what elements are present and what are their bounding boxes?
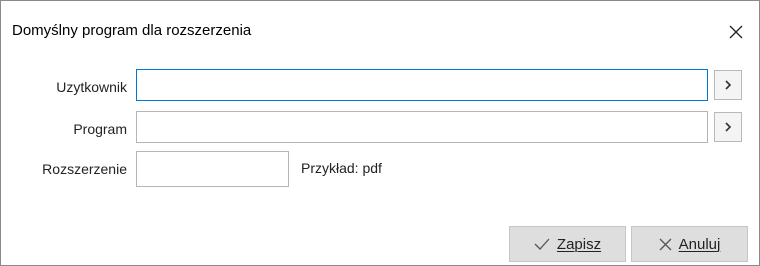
title-bar: Domyślny program dla rozszerzenia [1, 1, 759, 61]
x-icon [659, 238, 672, 250]
extension-label: Rozszerzenie [42, 161, 127, 177]
dialog-window: Domyślny program dla rozszerzenia Uzytko… [0, 0, 760, 266]
dialog-title: Domyślny program dla rozszerzenia [12, 22, 252, 39]
extension-input[interactable] [137, 152, 288, 186]
close-button[interactable] [713, 15, 759, 49]
program-select-button[interactable] [714, 112, 742, 142]
extension-field[interactable] [136, 151, 289, 187]
cancel-button-label: Anuluj [678, 235, 721, 253]
program-field[interactable] [136, 111, 708, 143]
program-input[interactable] [137, 112, 707, 142]
chevron-right-icon [725, 80, 732, 90]
program-label: Program [73, 121, 127, 137]
cancel-button[interactable]: Anuluj [631, 226, 748, 262]
close-icon [729, 25, 743, 39]
user-select-button[interactable] [714, 70, 742, 100]
extension-hint: Przykład: pdf [301, 160, 382, 176]
user-input[interactable] [137, 70, 707, 100]
checkmark-icon [534, 238, 550, 250]
user-label: Uzytkownik [56, 79, 127, 95]
save-button[interactable]: Zapisz [509, 226, 626, 262]
chevron-right-icon [725, 122, 732, 132]
save-button-label: Zapisz [556, 235, 602, 253]
user-field[interactable] [136, 69, 708, 101]
